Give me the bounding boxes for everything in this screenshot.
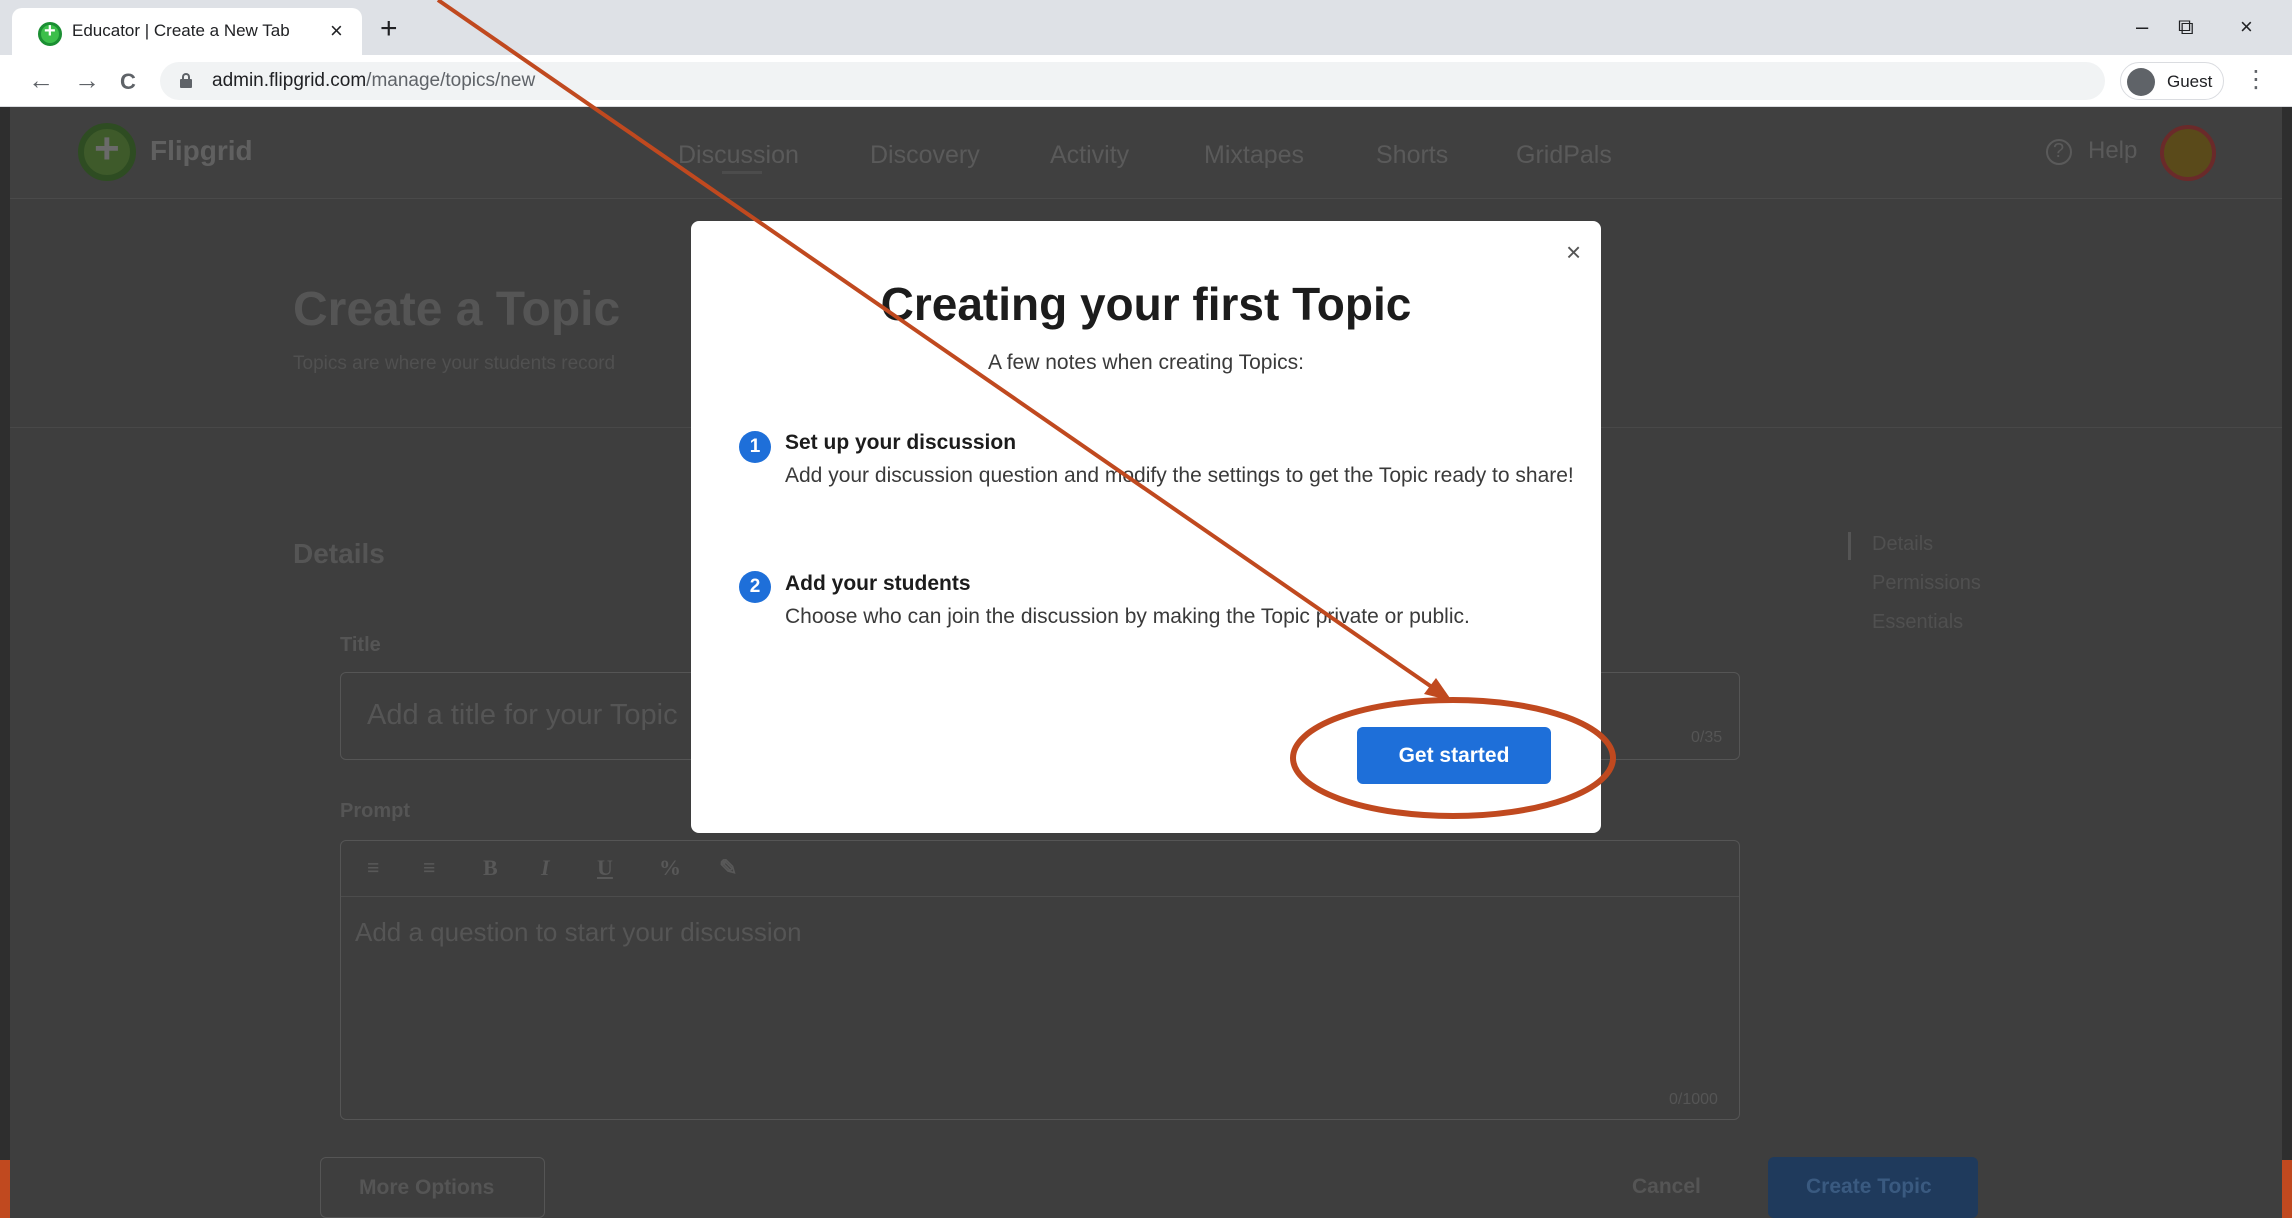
- title-placeholder: Add a title for your Topic: [367, 699, 678, 731]
- side-link-permissions[interactable]: Permissions: [1872, 572, 1981, 595]
- modal-close-icon[interactable]: ×: [1566, 239, 1581, 265]
- right-edge: [2282, 107, 2292, 1218]
- browser-tabstrip: Educator | Create a New Tab × + – ⧉ ×: [0, 0, 2292, 55]
- page-title: Create a Topic: [293, 283, 621, 336]
- nav-shorts[interactable]: Shorts: [1376, 141, 1448, 170]
- side-link-essentials[interactable]: Essentials: [1872, 611, 1963, 634]
- back-arrow-icon[interactable]: ←: [28, 67, 54, 93]
- minimize-button[interactable]: –: [2136, 14, 2148, 40]
- italic-icon[interactable]: I: [541, 855, 550, 881]
- left-edge: [0, 107, 10, 1218]
- browser-toolbar: ← → C admin.flipgrid.com/manage/topics/n…: [0, 55, 2292, 107]
- create-topic-label: Create Topic: [1806, 1175, 1932, 1198]
- app-header: Flipgrid Discussion Discovery Activity M…: [10, 107, 2282, 199]
- active-nav-indicator: [722, 171, 762, 174]
- help-link[interactable]: Help: [2088, 137, 2137, 165]
- title-counter: 0/35: [1691, 729, 1723, 746]
- tab-title: Educator | Create a New Tab: [72, 21, 290, 40]
- modal-title: Creating your first Topic: [880, 278, 1412, 330]
- new-tab-button[interactable]: +: [380, 14, 398, 44]
- browser-tab[interactable]: Educator | Create a New Tab ×: [12, 8, 362, 55]
- nav-gridpals[interactable]: GridPals: [1516, 141, 1612, 170]
- prompt-editor[interactable]: ≡ ≡ B I U % ✎ Add a question to start yo…: [340, 840, 1740, 1120]
- close-window-button[interactable]: ×: [2240, 14, 2253, 40]
- step-2-text: Choose who can join the discussion by ma…: [785, 605, 1470, 628]
- restore-button[interactable]: ⧉: [2178, 14, 2194, 40]
- forward-arrow-icon[interactable]: →: [74, 67, 100, 93]
- numbered-list-icon[interactable]: ≡: [423, 855, 436, 881]
- prompt-label: Prompt: [340, 800, 410, 822]
- prompt-placeholder: Add a question to start your discussion: [355, 917, 802, 947]
- underline-icon[interactable]: U: [597, 855, 613, 881]
- url-text: admin.flipgrid.com/manage/topics/new: [212, 70, 535, 92]
- nav-activity[interactable]: Activity: [1050, 141, 1129, 170]
- bold-icon[interactable]: B: [483, 855, 498, 881]
- page-subtitle: Topics are where your students record: [293, 353, 616, 374]
- reload-icon[interactable]: C: [120, 69, 136, 95]
- step-2-badge: 2: [739, 571, 771, 603]
- nav-discovery[interactable]: Discovery: [870, 141, 980, 170]
- help-icon-glyph: ?: [2053, 140, 2065, 162]
- nav-mixtapes[interactable]: Mixtapes: [1204, 141, 1304, 170]
- step-1-title: Set up your discussion: [785, 431, 1017, 454]
- profile-button[interactable]: Guest: [2120, 62, 2224, 100]
- clear-format-icon[interactable]: ✎: [719, 855, 737, 881]
- get-started-button[interactable]: Get started: [1357, 727, 1551, 784]
- url-path: /manage/topics/new: [366, 70, 536, 91]
- step-1-text: Add your discussion question and modify …: [785, 464, 1574, 487]
- link-icon[interactable]: %: [659, 855, 681, 881]
- url-host: admin.flipgrid.com: [212, 70, 367, 91]
- nav-discussion[interactable]: Discussion: [678, 141, 799, 170]
- prompt-counter: 0/1000: [1669, 1091, 1718, 1108]
- step-1-badge: 1: [739, 431, 771, 463]
- more-options-button[interactable]: More Options: [320, 1157, 545, 1218]
- more-options-label: More Options: [359, 1176, 495, 1199]
- details-heading: Details: [293, 538, 385, 569]
- side-nav-indicator: [1848, 532, 1851, 560]
- flipgrid-logo-icon[interactable]: [78, 123, 136, 181]
- profile-label: Guest: [2167, 72, 2213, 91]
- flipgrid-favicon-icon: [38, 20, 62, 46]
- lock-icon: [180, 73, 192, 88]
- browser-menu-icon[interactable]: ⋮: [2244, 65, 2268, 94]
- left-edge-accent: [0, 1160, 10, 1218]
- onboarding-modal: × Creating your first Topic A few notes …: [691, 221, 1601, 833]
- address-bar[interactable]: admin.flipgrid.com/manage/topics/new: [160, 62, 2105, 100]
- title-label: Title: [340, 634, 381, 656]
- tab-close-icon[interactable]: ×: [330, 18, 343, 44]
- prompt-toolbar: ≡ ≡ B I U % ✎: [341, 841, 1739, 897]
- logo-text[interactable]: Flipgrid: [150, 135, 253, 167]
- create-topic-button[interactable]: Create Topic: [1768, 1157, 1978, 1218]
- bullet-list-icon[interactable]: ≡: [367, 855, 380, 881]
- right-edge-accent: [2282, 1160, 2292, 1218]
- profile-avatar-icon: [2127, 68, 2155, 96]
- step-2-title: Add your students: [785, 572, 971, 595]
- modal-subtitle: A few notes when creating Topics:: [988, 351, 1304, 374]
- user-avatar[interactable]: [2160, 125, 2216, 181]
- side-link-details[interactable]: Details: [1872, 533, 1933, 556]
- cancel-button[interactable]: Cancel: [1632, 1175, 1701, 1199]
